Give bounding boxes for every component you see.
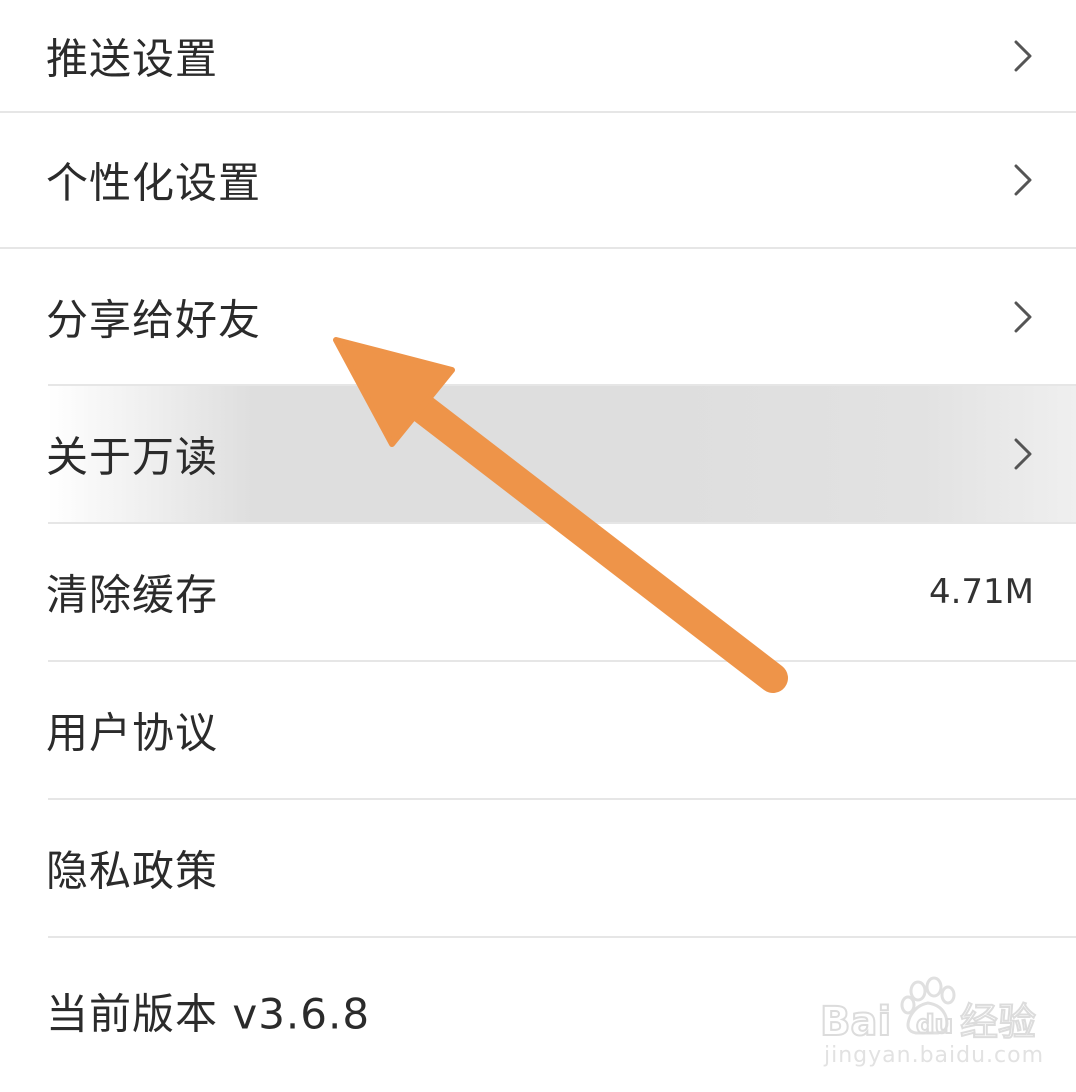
settings-item-label: 隐私政策 <box>46 846 219 896</box>
settings-item-clear-cache[interactable]: 清除缓存 4.71M <box>0 524 1076 660</box>
settings-item-about[interactable]: 关于万读 <box>0 386 1076 522</box>
chevron-right-icon <box>1014 164 1032 196</box>
settings-item-label: 分享给好友 <box>46 295 262 345</box>
settings-item-label: 清除缓存 <box>46 570 219 620</box>
settings-item-push[interactable]: 推送设置 <box>0 0 1076 112</box>
baidu-paw-logo: Bai du 经验 <box>820 976 1037 1045</box>
settings-list: 推送设置 个性化设置 分享给好友 关于万读 清除缓存 4.71M 用户协议 隐私… <box>0 0 1076 1092</box>
chevron-right-icon <box>1014 438 1032 470</box>
svg-text:du: du <box>916 1010 953 1040</box>
chevron-right-icon <box>1014 40 1032 72</box>
chevron-right-icon <box>1014 301 1032 333</box>
settings-item-label: 推送设置 <box>46 34 219 84</box>
watermark-url: jingyan.baidu.com <box>824 1043 1045 1068</box>
settings-item-label: 个性化设置 <box>46 158 262 208</box>
settings-item-label: 关于万读 <box>46 432 219 482</box>
cache-size-value: 4.71M <box>928 572 1034 612</box>
settings-item-share-friends[interactable]: 分享给好友 <box>0 249 1076 385</box>
baidu-jingyan-watermark: Bai du 经验 jingyan.baidu.com <box>820 975 1050 1075</box>
version-label: 当前版本 v3.6.8 <box>46 989 371 1039</box>
settings-item-label: 用户协议 <box>46 708 219 758</box>
settings-item-privacy-policy[interactable]: 隐私政策 <box>0 800 1076 936</box>
settings-item-user-agreement[interactable]: 用户协议 <box>0 662 1076 798</box>
svg-text:经验: 经验 <box>960 1000 1036 1044</box>
settings-item-personalization[interactable]: 个性化设置 <box>0 112 1076 248</box>
svg-text:Bai: Bai <box>820 999 891 1045</box>
